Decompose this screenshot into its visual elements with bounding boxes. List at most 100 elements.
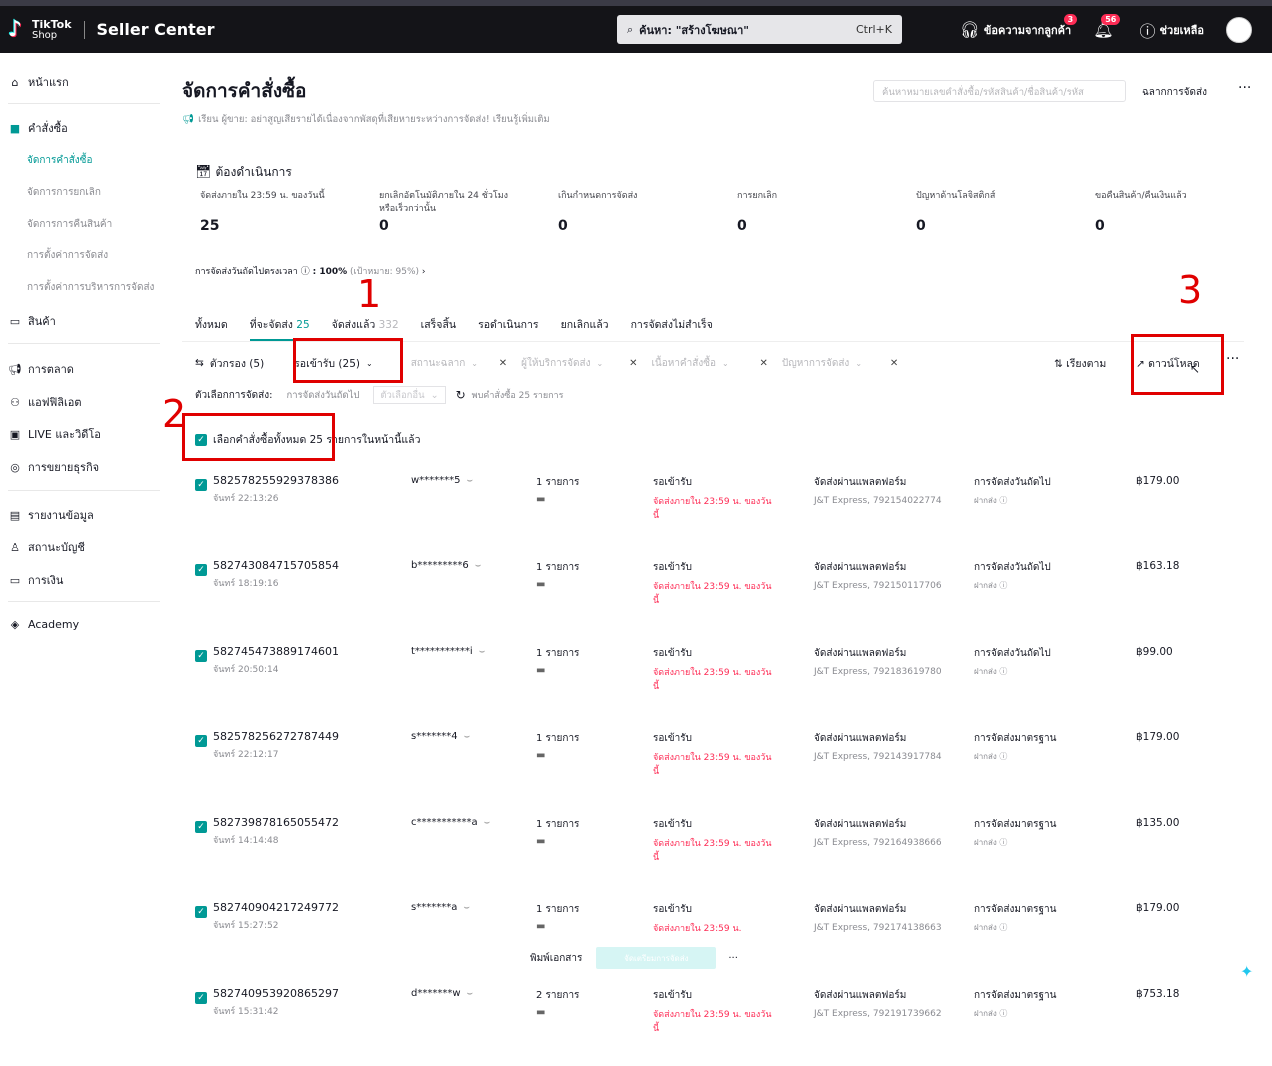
question-icon[interactable]: ⓘ (999, 838, 1007, 847)
shipping-label-button[interactable]: ฉลากการจัดส่ง (1142, 85, 1207, 100)
metric-cancellations[interactable]: การยกเลิก 0 (737, 190, 907, 234)
sidebar-item-live-video[interactable]: ▣ LIVE และวิดีโอ (8, 425, 101, 443)
sidebar-item-growth[interactable]: ◎ การขยายธุรกิจ (8, 458, 99, 476)
metric-ship-today[interactable]: จัดส่งภายใน 23:59 น. ของวันนี้ 25 (200, 190, 370, 234)
question-icon[interactable]: ⓘ (999, 581, 1007, 590)
sparkle-icon[interactable]: ✦ (1240, 962, 1253, 981)
clear-icon[interactable]: ✕ (499, 358, 507, 369)
arrange-shipment-button[interactable]: จัดเตรียมการจัดส่ง (596, 947, 717, 969)
product-thumbnail[interactable]: ▬ (536, 921, 552, 935)
chat-icon[interactable]: ⌣ (463, 902, 470, 913)
sidebar-item-products[interactable]: ▭ สินค้า (8, 312, 56, 330)
tracking-number[interactable]: J&T Express, 792150117706 (814, 581, 942, 591)
filter-button[interactable]: ⇆ ตัวกรอง (5) (195, 355, 264, 372)
chat-icon[interactable]: ⌣ (467, 988, 474, 999)
shipping-option-select[interactable]: การจัดส่งวันถัดไป (280, 386, 365, 404)
product-thumbnail[interactable]: ▬ (536, 1007, 552, 1021)
clear-icon[interactable]: ✕ (759, 358, 767, 369)
sidebar-subitem-cancellations[interactable]: จัดการการยกเลิก (27, 185, 101, 200)
order-search-input[interactable]: ค้นหาหมายเลขคำสั่งซื้อ/รหัสสินค้า/ชื่อสิ… (873, 80, 1126, 102)
table-row[interactable]: ✓ 582739878165055472 จันทร์ 14:14:48 c*****… (182, 815, 1244, 895)
order-id[interactable]: 582745473889174601 (213, 645, 339, 658)
notifications-button[interactable]: 🔔︎ 56 (1093, 14, 1121, 39)
tab-all[interactable]: ทั้งหมด (195, 316, 228, 341)
table-row[interactable]: ✓ 582740953920865297 จันทร์ 15:31:42 d*****… (182, 986, 1244, 1066)
tiktok-shop-logo[interactable]: TikTok Shop (8, 19, 72, 41)
more-options-icon[interactable]: ··· (1226, 351, 1239, 367)
question-icon[interactable]: ⓘ (999, 496, 1007, 505)
buyer-name[interactable]: b*********6 (411, 560, 469, 571)
tracking-number[interactable]: J&T Express, 792154022774 (814, 496, 942, 506)
other-option-select[interactable]: ตัวเลือกอื่น ⌄ (373, 386, 446, 404)
sort-button[interactable]: ⇅ เรียงตาม (1054, 355, 1106, 372)
product-thumbnail[interactable]: ▬ (536, 665, 552, 679)
sidebar-subitem-shipping-management[interactable]: การตั้งค่าการบริหารการจัดส่ง (27, 280, 154, 295)
print-documents-button[interactable]: พิมพ์เอกสาร (530, 951, 582, 966)
buyer-name[interactable]: s*******a (411, 902, 457, 913)
sidebar-subitem-manage-orders[interactable]: จัดการคำสั่งซื้อ (27, 153, 92, 168)
chat-icon[interactable]: ⌣ (464, 731, 471, 742)
product-thumbnail[interactable]: ▬ (536, 836, 552, 850)
table-row[interactable]: ✓ 582578256272787449 จันทร์ 22:12:17 s*****… (182, 729, 1244, 809)
metric-auto-cancel[interactable]: ยกเลิกอัตโนมัติภายใน 24 ชั่วโมงหรือเร็วก… (379, 190, 549, 234)
label-status-select[interactable]: สถานะฉลาก ⌄ (403, 352, 493, 374)
sidebar-item-finance[interactable]: ▭ การเงิน (8, 571, 64, 589)
chat-icon[interactable]: ⌣ (479, 646, 486, 657)
row-checkbox[interactable]: ✓ (195, 821, 207, 833)
order-id[interactable]: 582578255929378386 (213, 474, 339, 487)
tracking-number[interactable]: J&T Express, 792164938666 (814, 838, 942, 848)
sidebar-item-orders[interactable]: ■ คำสั่งซื้อ (8, 119, 68, 137)
sidebar-item-marketing[interactable]: 📢︎ การตลาด (8, 360, 74, 378)
table-row[interactable]: ✓ 582578255929378386 จันทร์ 22:13:26 w*****… (182, 473, 1244, 553)
clear-icon[interactable]: ✕ (629, 358, 637, 369)
more-options-icon[interactable]: ··· (1238, 80, 1251, 96)
notice-banner[interactable]: 📢︎ เรียน ผู้ขาย: อย่าสูญเสียรายได้เนื่องจ… (182, 112, 550, 127)
row-checkbox[interactable]: ✓ (195, 650, 207, 662)
row-checkbox[interactable]: ✓ (195, 992, 207, 1004)
buyer-name[interactable]: w*******5 (411, 475, 461, 486)
question-icon[interactable]: ⓘ (999, 923, 1007, 932)
clear-icon[interactable]: ✕ (890, 358, 898, 369)
tab-cancelled[interactable]: ยกเลิกแล้ว (561, 316, 609, 341)
sidebar-item-academy[interactable]: ◈ Academy (8, 618, 79, 631)
refresh-icon[interactable]: ↻ (456, 388, 466, 402)
metric-returns[interactable]: ขอคืนสินค้า/คืนเงินแล้ว 0 (1095, 190, 1265, 234)
question-icon[interactable]: ⓘ (999, 1009, 1007, 1018)
product-thumbnail[interactable]: ▬ (536, 579, 552, 593)
metric-logistics-issues[interactable]: ปัญหาด้านโลจิสติกส์ 0 (916, 190, 1086, 234)
order-content-select[interactable]: เนื้อหาคำสั่งซื้อ ⌄ (643, 352, 753, 374)
row-checkbox[interactable]: ✓ (195, 564, 207, 576)
ontime-shipping-rate[interactable]: การจัดส่งวันถัดไปตรงเวลา ⓘ : 100% (เป้าห… (195, 264, 426, 278)
tab-failed-delivery[interactable]: การจัดส่งไม่สำเร็จ (631, 316, 713, 341)
metric-overdue[interactable]: เกินกำหนดการจัดส่ง 0 (558, 190, 728, 234)
customer-messages-button[interactable]: 🎧︎ ข้อความจากลูกค้า 3 (960, 14, 1078, 39)
avatar[interactable] (1226, 16, 1252, 43)
carrier-select[interactable]: ผู้ให้บริการจัดส่ง ⌄ (513, 352, 623, 374)
buyer-name[interactable]: d*******w (411, 988, 461, 999)
chat-icon[interactable]: ⌣ (475, 560, 482, 571)
tab-pending[interactable]: รอดำเนินการ (478, 316, 539, 341)
question-icon[interactable]: ⓘ (999, 752, 1007, 761)
sidebar-item-data[interactable]: ▤ รายงานข้อมูล (8, 506, 94, 524)
buyer-name[interactable]: s*******4 (411, 731, 458, 742)
question-icon[interactable]: ⓘ (301, 267, 310, 277)
order-id[interactable]: 582578256272787449 (213, 730, 339, 743)
tracking-number[interactable]: J&T Express, 792174138663 (814, 923, 942, 933)
buyer-name[interactable]: t***********i (411, 646, 473, 657)
product-thumbnail[interactable]: ▬ (536, 750, 552, 764)
tab-completed[interactable]: เสร็จสิ้น (421, 316, 456, 341)
order-id[interactable]: 582743084715705854 (213, 559, 339, 572)
chat-icon[interactable]: ⌣ (467, 475, 474, 486)
order-id[interactable]: 582739878165055472 (213, 816, 339, 829)
row-checkbox[interactable]: ✓ (195, 906, 207, 918)
sidebar-subitem-returns[interactable]: จัดการการคืนสินค้า (27, 217, 112, 232)
more-options-icon[interactable]: ··· (728, 953, 738, 964)
shipping-issue-select[interactable]: ปัญหาการจัดส่ง ⌄ (774, 352, 884, 374)
order-id[interactable]: 582740904217249772 (213, 901, 339, 914)
tracking-number[interactable]: J&T Express, 792143917784 (814, 752, 942, 762)
product-thumbnail[interactable]: ▬ (536, 494, 552, 508)
sidebar-item-home[interactable]: ⌂ หน้าแรก (8, 73, 69, 91)
table-row[interactable]: ✓ 582745473889174601 จันทร์ 20:50:14 t*****… (182, 644, 1244, 724)
table-row[interactable]: ✓ 582743084715705854 จันทร์ 18:19:16 b*****… (182, 558, 1244, 638)
tracking-number[interactable]: J&T Express, 792191739662 (814, 1009, 942, 1019)
